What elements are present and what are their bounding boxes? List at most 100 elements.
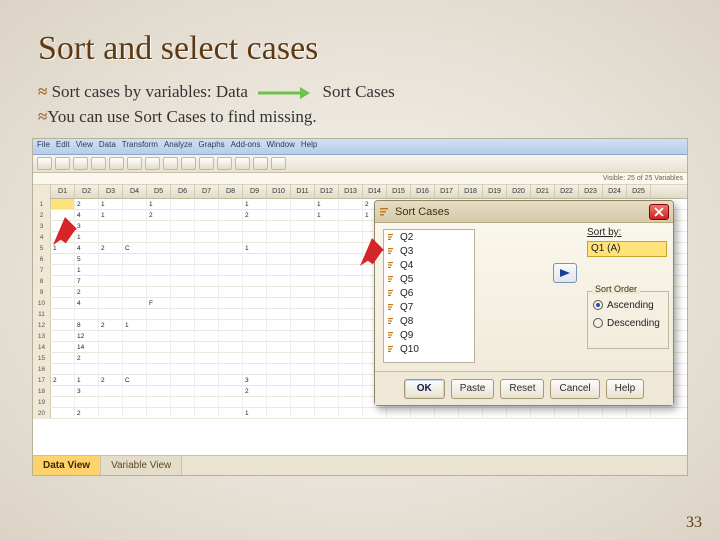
cell[interactable] xyxy=(195,287,219,297)
tab-data-view[interactable]: Data View xyxy=(33,456,101,476)
cell[interactable] xyxy=(147,309,171,319)
cell[interactable] xyxy=(243,265,267,275)
cell[interactable] xyxy=(51,199,75,209)
cell[interactable]: 1 xyxy=(99,210,123,220)
cell[interactable] xyxy=(99,221,123,231)
cell[interactable] xyxy=(147,331,171,341)
cell[interactable] xyxy=(243,397,267,407)
cell[interactable]: 1 xyxy=(147,199,171,209)
cell[interactable] xyxy=(219,287,243,297)
cell[interactable]: 3 xyxy=(243,375,267,385)
cell[interactable] xyxy=(219,386,243,396)
cell[interactable]: 2 xyxy=(99,320,123,330)
variable-item[interactable]: Q6 xyxy=(384,286,474,300)
cell[interactable] xyxy=(195,221,219,231)
cell[interactable] xyxy=(291,353,315,363)
column-header[interactable]: D19 xyxy=(483,185,507,199)
cell[interactable] xyxy=(51,331,75,341)
variable-item[interactable]: Q10 xyxy=(384,342,474,356)
cell[interactable] xyxy=(99,254,123,264)
cell[interactable]: 1 xyxy=(123,320,147,330)
cell[interactable] xyxy=(267,386,291,396)
cell[interactable] xyxy=(387,408,411,418)
cell[interactable] xyxy=(339,309,363,319)
cell[interactable] xyxy=(171,342,195,352)
cell[interactable] xyxy=(195,397,219,407)
row-number[interactable]: 10 xyxy=(33,298,51,308)
cell[interactable]: 14 xyxy=(75,342,99,352)
cell[interactable]: 1 xyxy=(243,408,267,418)
cell[interactable] xyxy=(243,232,267,242)
toolbar-button[interactable] xyxy=(271,157,286,170)
cell[interactable] xyxy=(243,331,267,341)
cell[interactable] xyxy=(339,210,363,220)
cell[interactable] xyxy=(315,408,339,418)
cell[interactable] xyxy=(51,342,75,352)
toolbar-button[interactable] xyxy=(253,157,268,170)
cell[interactable]: 1 xyxy=(75,265,99,275)
cell[interactable] xyxy=(99,265,123,275)
cell[interactable] xyxy=(99,364,123,374)
cell[interactable] xyxy=(147,320,171,330)
cell[interactable] xyxy=(315,342,339,352)
cell[interactable] xyxy=(243,309,267,319)
toolbar-button[interactable] xyxy=(37,157,52,170)
column-header[interactable]: D14 xyxy=(363,185,387,199)
menu-data[interactable]: Data xyxy=(99,140,116,153)
cell[interactable] xyxy=(243,221,267,231)
cell[interactable] xyxy=(315,309,339,319)
cell[interactable] xyxy=(195,408,219,418)
cell[interactable] xyxy=(267,342,291,352)
cell[interactable] xyxy=(243,364,267,374)
cell[interactable] xyxy=(195,298,219,308)
cell[interactable] xyxy=(171,254,195,264)
row-number[interactable]: 11 xyxy=(33,309,51,319)
cell[interactable] xyxy=(267,243,291,253)
cell[interactable] xyxy=(315,353,339,363)
cell[interactable] xyxy=(171,353,195,363)
cell[interactable] xyxy=(267,210,291,220)
cell[interactable] xyxy=(51,309,75,319)
cell[interactable] xyxy=(99,331,123,341)
cell[interactable] xyxy=(579,408,603,418)
radio-descending[interactable]: Descending xyxy=(593,314,663,332)
cell[interactable] xyxy=(219,232,243,242)
menu-addons[interactable]: Add-ons xyxy=(231,140,261,153)
row-number[interactable]: 9 xyxy=(33,287,51,297)
cell[interactable] xyxy=(171,375,195,385)
cell[interactable] xyxy=(243,276,267,286)
column-header[interactable]: D13 xyxy=(339,185,363,199)
cell[interactable] xyxy=(555,408,579,418)
cell[interactable] xyxy=(603,408,627,418)
cell[interactable] xyxy=(195,386,219,396)
cell[interactable]: F xyxy=(147,298,171,308)
row-number[interactable]: 6 xyxy=(33,254,51,264)
cell[interactable] xyxy=(315,320,339,330)
cell[interactable] xyxy=(291,276,315,286)
cell[interactable] xyxy=(627,408,651,418)
column-header[interactable]: D25 xyxy=(627,185,651,199)
cell[interactable] xyxy=(123,254,147,264)
cell[interactable] xyxy=(99,309,123,319)
cell[interactable] xyxy=(243,287,267,297)
cell[interactable] xyxy=(267,320,291,330)
toolbar-button[interactable] xyxy=(55,157,70,170)
cell[interactable] xyxy=(315,331,339,341)
menu-view[interactable]: View xyxy=(76,140,93,153)
cell[interactable] xyxy=(195,353,219,363)
cell[interactable] xyxy=(267,353,291,363)
row-number[interactable]: 1 xyxy=(33,199,51,209)
column-header[interactable]: D23 xyxy=(579,185,603,199)
cell[interactable]: C xyxy=(123,375,147,385)
sortby-value[interactable]: Q1 (A) xyxy=(587,241,667,257)
cell[interactable]: 2 xyxy=(99,375,123,385)
toolbar-button[interactable] xyxy=(199,157,214,170)
cell[interactable]: 8 xyxy=(75,320,99,330)
cell[interactable] xyxy=(171,331,195,341)
cell[interactable] xyxy=(243,298,267,308)
cell[interactable] xyxy=(147,254,171,264)
cell[interactable] xyxy=(459,408,483,418)
column-header[interactable]: D18 xyxy=(459,185,483,199)
column-header[interactable]: D17 xyxy=(435,185,459,199)
menu-window[interactable]: Window xyxy=(266,140,294,153)
